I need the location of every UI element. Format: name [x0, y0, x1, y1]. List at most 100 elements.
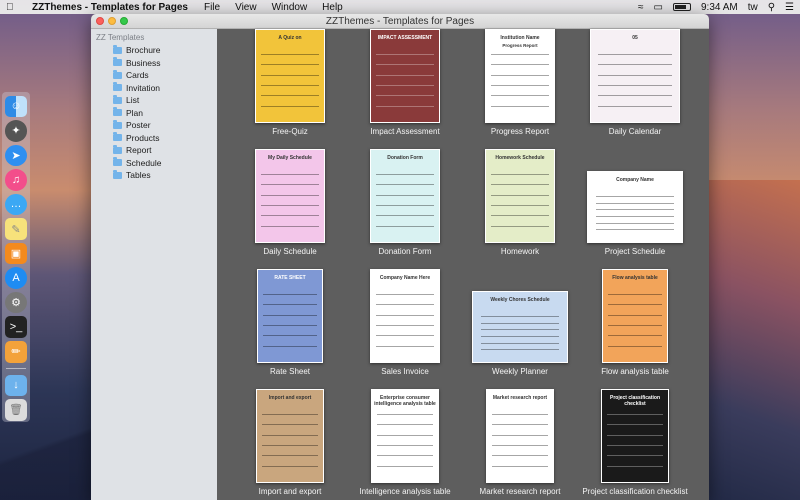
sidebar-item-tables[interactable]: Tables	[91, 169, 217, 182]
thumbnail-line	[376, 215, 434, 217]
template-caption[interactable]: Flow analysis table	[570, 367, 700, 376]
menu-window[interactable]: Window	[272, 2, 308, 13]
messages-icon[interactable]: …	[5, 193, 27, 216]
wifi-icon[interactable]: ≈	[638, 2, 644, 13]
thumbnail-line	[262, 455, 318, 457]
sidebar-item-report[interactable]: Report	[91, 144, 217, 157]
template-thumbnail-3[interactable]: 05	[590, 29, 680, 123]
template-thumbnail-4[interactable]: My Daily Schedule	[255, 149, 325, 243]
thumbnail-title: A Quiz on	[278, 35, 302, 41]
template-thumbnail-7[interactable]: Company Name	[587, 171, 683, 243]
thumbnail-line	[377, 465, 433, 467]
template-thumbnail-10[interactable]: Weekly Chores Schedule	[472, 291, 568, 363]
notification-center-icon[interactable]: ☰	[785, 2, 794, 13]
sidebar-item-invitation[interactable]: Invitation	[91, 82, 217, 95]
sidebar-item-poster[interactable]: Poster	[91, 119, 217, 132]
thumbnail-line	[263, 325, 317, 326]
template-caption[interactable]: Daily Schedule	[225, 247, 355, 256]
thumbnail-title: Weekly Chores Schedule	[490, 297, 550, 303]
template-caption[interactable]: Impact Assessment	[340, 127, 470, 136]
launchpad-icon[interactable]: ✦	[5, 120, 27, 142]
thumbnail-line	[491, 184, 549, 186]
template-thumbnail-6[interactable]: Homework Schedule	[485, 149, 555, 243]
folder-icon	[113, 132, 122, 142]
thumbnail-line	[492, 414, 548, 415]
spotlight-search-icon[interactable]: ⚲	[768, 2, 775, 13]
thumbnail-line	[261, 184, 319, 186]
notes-icon[interactable]: ✎	[5, 218, 27, 240]
thumbnail-line	[376, 205, 434, 206]
thumbnail-line	[491, 85, 549, 86]
user-menu[interactable]: tw	[748, 2, 758, 13]
thumbnail-line	[492, 434, 548, 436]
sidebar-item-business[interactable]: Business	[91, 57, 217, 70]
template-thumbnail-8[interactable]: RATE SHEET	[257, 269, 323, 363]
dock: ☺ ✦ ➤ ♫ … ✎ ▣ A ⚙ >_ ✏ ↓ 🗑	[2, 92, 30, 422]
thumbnail-line	[480, 349, 560, 351]
sidebar-item-cards[interactable]: Cards	[91, 69, 217, 82]
template-caption[interactable]: Progress Report	[455, 127, 585, 136]
finder-icon[interactable]: ☺	[5, 95, 27, 118]
apple-menu-icon[interactable]: 	[6, 2, 20, 13]
thumbnail-line	[492, 445, 548, 446]
thumbnail-line	[608, 325, 662, 326]
template-thumbnail-15[interactable]: Project classification checklist	[601, 389, 669, 483]
template-thumbnail-12[interactable]: Import and export	[256, 389, 324, 483]
thumbnail-line	[598, 95, 672, 97]
menu-help[interactable]: Help	[322, 2, 343, 13]
downloads-folder-icon[interactable]: ↓	[5, 374, 27, 397]
sidebar-item-brochure[interactable]: Brochure	[91, 44, 217, 57]
clock[interactable]: 9:34 AM	[701, 2, 738, 13]
menu-file[interactable]: File	[204, 2, 220, 13]
sidebar-item-list[interactable]: List	[91, 94, 217, 107]
ibooks-icon[interactable]: ▣	[5, 242, 27, 265]
sidebar-item-plan[interactable]: Plan	[91, 107, 217, 120]
sidebar-item-schedule[interactable]: Schedule	[91, 157, 217, 170]
template-caption[interactable]: Donation Form	[340, 247, 470, 256]
thumbnail-title: My Daily Schedule	[268, 155, 312, 161]
template-caption[interactable]: Project classification checklist	[570, 487, 700, 496]
pages-icon[interactable]: ✏	[5, 340, 27, 363]
template-caption[interactable]: Free-Quiz	[225, 127, 355, 136]
battery-icon[interactable]	[673, 3, 691, 11]
thumbnail-line	[598, 64, 672, 66]
thumbnail-line	[376, 294, 434, 295]
sidebar-item-products[interactable]: Products	[91, 132, 217, 145]
template-thumbnail-5[interactable]: Donation Form	[370, 149, 440, 243]
template-caption[interactable]: Daily Calendar	[570, 127, 700, 136]
template-thumbnail-2[interactable]: Institution Name Progress Report	[485, 29, 555, 123]
menu-view[interactable]: View	[235, 2, 257, 13]
template-thumbnail-9[interactable]: Company Name Here	[370, 269, 440, 363]
template-thumbnail-0[interactable]: A Quiz on	[255, 29, 325, 123]
thumbnail-line	[491, 74, 549, 76]
thumbnail-line	[491, 105, 549, 107]
thumbnail-line	[608, 345, 662, 347]
template-thumbnail-14[interactable]: Market research report	[486, 389, 554, 483]
thumbnail-line	[261, 54, 319, 55]
trash-icon[interactable]: 🗑	[5, 399, 27, 421]
template-thumbnail-11[interactable]: Flow analysis table	[602, 269, 668, 363]
template-caption[interactable]: Intelligence analysis table	[340, 487, 470, 496]
thumbnail-line	[263, 314, 317, 316]
thumbnail-line	[376, 184, 434, 186]
thumbnail-line	[608, 304, 662, 306]
airplay-icon[interactable]: ▭	[654, 2, 663, 13]
template-caption[interactable]: Rate Sheet	[225, 367, 355, 376]
thumbnail-line	[491, 215, 549, 217]
template-caption[interactable]: Market research report	[455, 487, 585, 496]
system-preferences-icon[interactable]: ⚙	[5, 291, 27, 314]
template-thumbnail-13[interactable]: Enterprise consumer intelligence analysi…	[371, 389, 439, 483]
safari-icon[interactable]: ➤	[5, 144, 27, 167]
template-caption[interactable]: Sales Invoice	[340, 367, 470, 376]
template-caption[interactable]: Weekly Planner	[455, 367, 585, 376]
app-menu[interactable]: ZZThemes - Templates for Pages	[32, 2, 188, 13]
template-caption[interactable]: Homework	[455, 247, 585, 256]
sidebar-item-label: Plan	[126, 107, 144, 118]
template-caption[interactable]: Import and export	[225, 487, 355, 496]
appstore-icon[interactable]: A	[5, 267, 27, 289]
template-caption[interactable]: Project Schedule	[570, 247, 700, 256]
template-thumbnail-1[interactable]: IMPACT ASSESSMENT	[370, 29, 440, 123]
window-titlebar[interactable]: ZZThemes - Templates for Pages	[91, 14, 709, 29]
itunes-icon[interactable]: ♫	[5, 169, 27, 191]
terminal-icon[interactable]: >_	[5, 316, 27, 338]
